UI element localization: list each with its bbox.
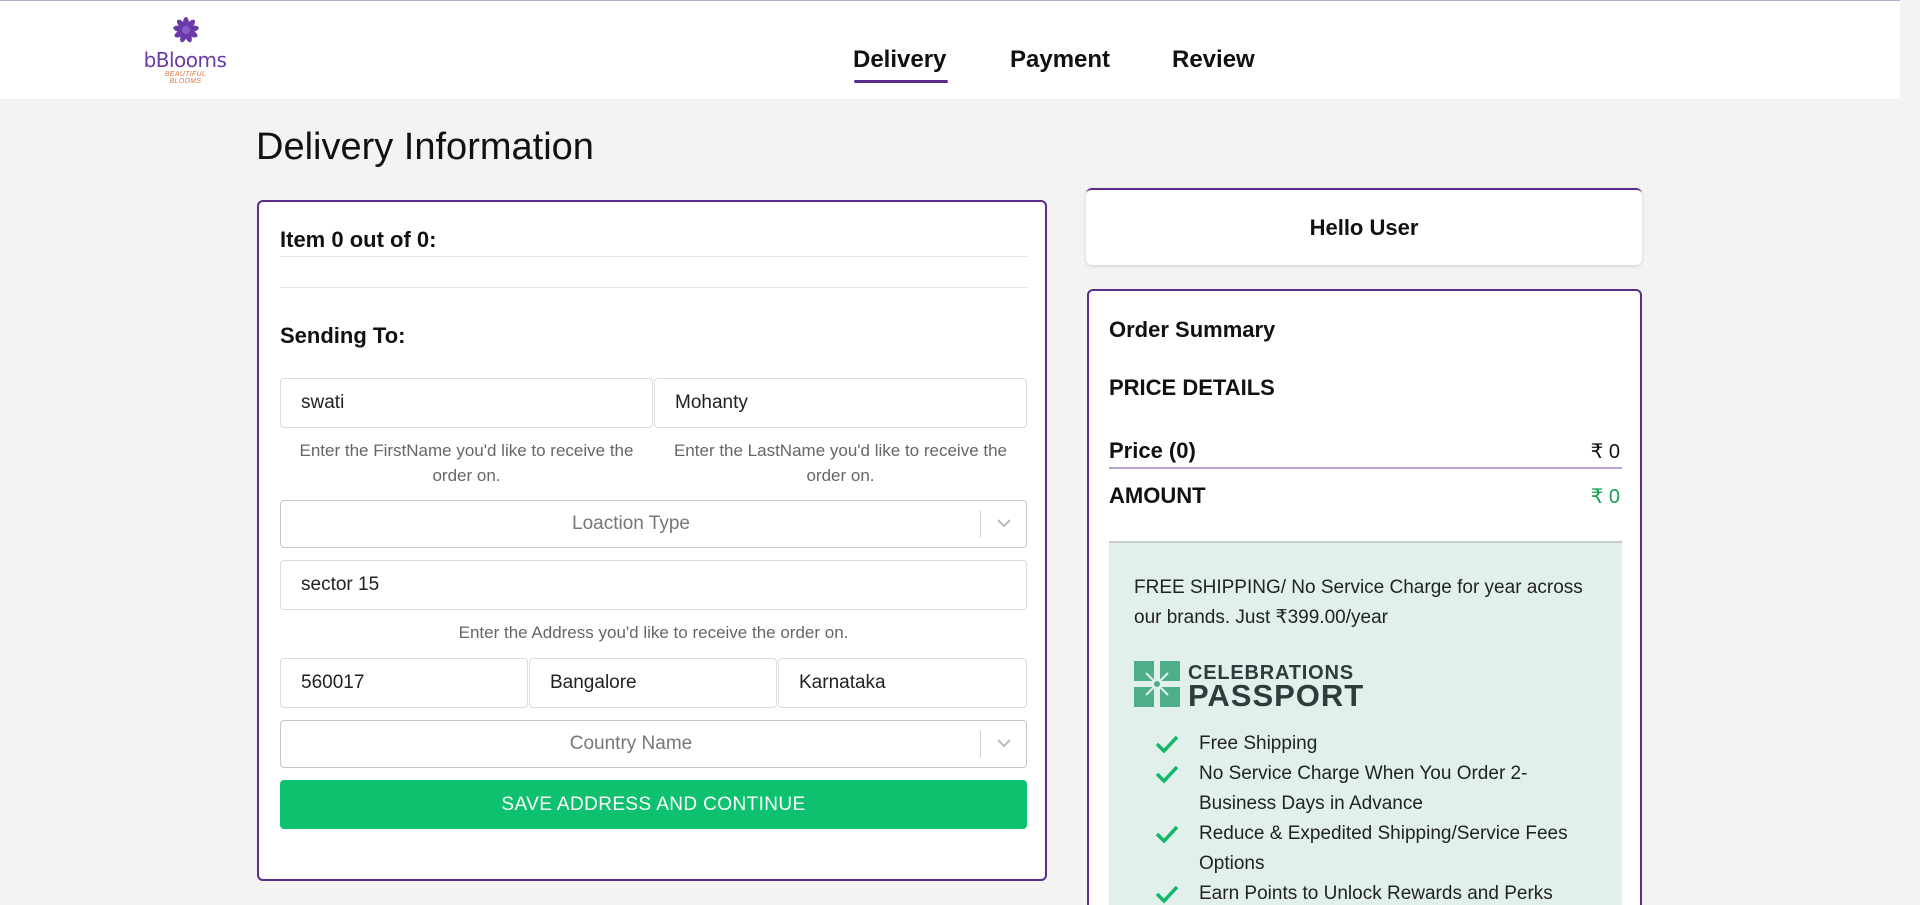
check-icon <box>1155 765 1179 784</box>
benefit-text: Reduce & Expedited Shipping/Service Fees… <box>1199 823 1568 874</box>
city-input[interactable]: Bangalore <box>529 658 777 708</box>
list-item: Reduce & Expedited Shipping/Service Fees… <box>1154 819 1594 879</box>
order-summary-title: Order Summary <box>1109 317 1276 342</box>
tab-payment[interactable]: Payment <box>1010 46 1110 74</box>
location-type-placeholder: Loaction Type <box>572 513 690 534</box>
passport-promo: FREE SHIPPING/ No Service Charge for yea… <box>1109 543 1622 905</box>
item-count-label: Item 0 out of 0: <box>280 227 437 252</box>
promo-text: FREE SHIPPING/ No Service Charge for yea… <box>1134 577 1583 628</box>
list-item: No Service Charge When You Order 2-Busin… <box>1154 759 1594 819</box>
select-separator <box>980 511 981 537</box>
brand-tagline: BEAUTIFUL BLOOMS <box>164 71 207 85</box>
flower-logo-icon <box>173 17 199 43</box>
divider <box>280 256 1027 257</box>
price-details-heading: PRICE DETAILS <box>1109 375 1275 400</box>
passport-line2: PASSPORT <box>1188 678 1365 713</box>
celebrations-passport-logo: CELEBRATIONS PASSPORT <box>1134 659 1374 713</box>
amount-label: AMOUNT <box>1109 483 1206 508</box>
benefits-list: Free Shipping No Service Charge When You… <box>1154 729 1594 905</box>
list-item: Earn Points to Unlock Rewards and Perks <box>1154 879 1594 905</box>
check-icon <box>1155 825 1179 844</box>
greeting-text: Hello User <box>1309 215 1419 240</box>
save-address-button[interactable]: SAVE ADDRESS AND CONTINUE <box>280 780 1027 829</box>
gift-icon <box>1134 661 1180 707</box>
amount-value: ₹ 0 <box>1590 486 1620 508</box>
order-summary-card: Order Summary PRICE DETAILS Price (0) ₹ … <box>1087 289 1642 905</box>
sending-to-heading: Sending To: <box>280 323 406 348</box>
divider <box>280 287 1027 288</box>
last-name-input[interactable]: Mohanty <box>654 378 1027 428</box>
brand-logo[interactable]: bBlooms BEAUTIFUL BLOOMS <box>140 17 230 85</box>
first-name-hint: Enter the FirstName you'd like to receiv… <box>299 441 634 485</box>
location-type-select[interactable]: Loaction Type <box>280 500 1027 548</box>
greeting-card: Hello User <box>1086 188 1642 265</box>
select-separator <box>980 731 981 757</box>
country-select[interactable]: Country Name <box>280 720 1027 768</box>
chevron-down-icon[interactable] <box>994 513 1014 533</box>
price-label: Price (0) <box>1109 438 1196 463</box>
brand-name: bBlooms <box>143 48 227 72</box>
pincode-input[interactable]: 560017 <box>280 658 528 708</box>
page-title: Delivery Information <box>256 126 594 168</box>
chevron-down-icon[interactable] <box>994 733 1014 753</box>
first-name-input[interactable]: swati <box>280 378 653 428</box>
last-name-hint: Enter the LastName you'd like to receive… <box>673 441 1008 485</box>
check-icon <box>1155 885 1179 904</box>
benefit-text: Free Shipping <box>1199 733 1318 754</box>
state-input[interactable]: Karnataka <box>778 658 1027 708</box>
benefit-text: Earn Points to Unlock Rewards and Perks <box>1199 883 1553 904</box>
active-tab-indicator <box>854 80 948 83</box>
price-value: ₹ 0 <box>1590 441 1620 463</box>
country-placeholder: Country Name <box>569 733 693 754</box>
tab-delivery[interactable]: Delivery <box>853 46 946 74</box>
address-hint: Enter the Address you'd like to receive … <box>458 623 849 642</box>
delivery-form-card: Item 0 out of 0: Sending To: swati Mohan… <box>257 200 1047 881</box>
address-input[interactable]: sector 15 <box>280 560 1027 610</box>
site-header: bBlooms BEAUTIFUL BLOOMS Delivery Paymen… <box>0 1 1900 99</box>
benefit-text: No Service Charge When You Order 2-Busin… <box>1199 763 1528 814</box>
divider <box>1109 467 1622 469</box>
list-item: Free Shipping <box>1154 729 1594 759</box>
check-icon <box>1155 735 1179 754</box>
tab-review[interactable]: Review <box>1172 46 1255 74</box>
